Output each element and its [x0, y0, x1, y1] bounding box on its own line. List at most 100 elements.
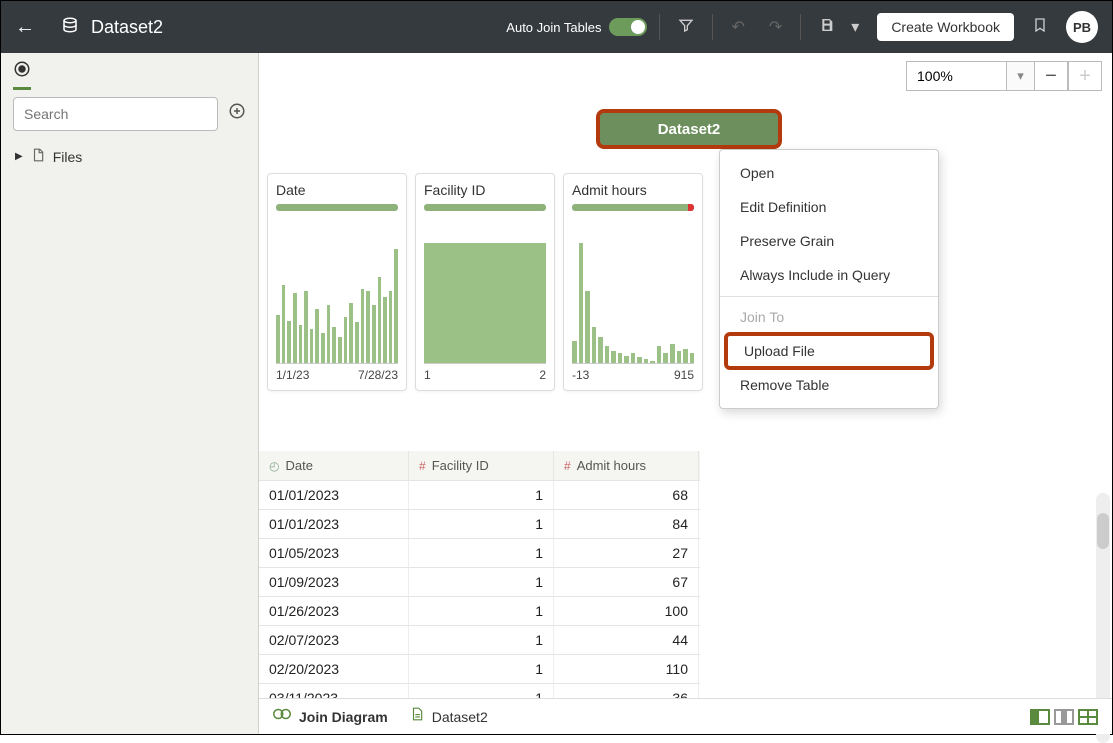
- menu-preserve-grain[interactable]: Preserve Grain: [720, 224, 938, 258]
- card-title: Admit hours: [572, 182, 694, 198]
- caret-right-icon: ▶: [15, 151, 23, 162]
- tab-label: Join Diagram: [299, 709, 388, 725]
- scrollbar-thumb[interactable]: [1097, 513, 1109, 549]
- cell-admit: 100: [554, 597, 699, 625]
- table-row[interactable]: 01/01/2023184: [259, 510, 700, 539]
- axis-right: 2: [539, 368, 546, 382]
- cell-admit: 67: [554, 568, 699, 596]
- cell-facility: 1: [409, 597, 554, 625]
- cell-facility: 1: [409, 539, 554, 567]
- profile-card-facility[interactable]: Facility ID 1 2: [415, 173, 555, 391]
- context-menu: Open Edit Definition Preserve Grain Alwa…: [719, 149, 939, 409]
- cell-facility: 1: [409, 481, 554, 509]
- zoom-controls: 100% ▾ − +: [906, 61, 1102, 91]
- zoom-dropdown-caret-icon[interactable]: ▾: [1006, 61, 1034, 91]
- undo-icon[interactable]: ↶: [725, 13, 750, 41]
- cell-admit: 27: [554, 539, 699, 567]
- auto-join-toggle-group: Auto Join Tables: [506, 18, 647, 36]
- number-icon: #: [419, 459, 426, 473]
- join-diagram-icon: [273, 707, 291, 726]
- clock-icon: ◴: [269, 459, 279, 473]
- table-row[interactable]: 01/09/2023167: [259, 568, 700, 597]
- table-row[interactable]: 02/20/20231110: [259, 655, 700, 684]
- sidebar-mode-strip: [1, 53, 258, 91]
- layout-left-icon[interactable]: [1030, 709, 1050, 725]
- data-panel-icon[interactable]: [13, 60, 31, 90]
- layout-grid-icon[interactable]: [1078, 709, 1098, 725]
- zoom-level[interactable]: 100%: [906, 61, 1006, 91]
- separator: [800, 14, 801, 40]
- tree-item-files[interactable]: ▶ Files: [15, 147, 244, 166]
- menu-always-include[interactable]: Always Include in Query: [720, 258, 938, 292]
- main-canvas: 100% ▾ − + Dataset2 Open Edit Definition…: [259, 53, 1112, 734]
- tab-join-diagram[interactable]: Join Diagram: [273, 707, 388, 726]
- tab-dataset2[interactable]: Dataset2: [410, 706, 488, 727]
- table-row[interactable]: 01/05/2023127: [259, 539, 700, 568]
- data-preview-table: ◴Date #Facility ID #Admit hours 01/01/20…: [259, 451, 700, 713]
- col-header-admit[interactable]: #Admit hours: [554, 451, 699, 480]
- save-icon[interactable]: [813, 13, 841, 42]
- table-header-row: ◴Date #Facility ID #Admit hours: [259, 451, 700, 481]
- cell-date: 02/20/2023: [259, 655, 409, 683]
- save-menu-caret-icon[interactable]: ▾: [845, 13, 865, 41]
- profile-card-date[interactable]: Date 1/1/23 7/28/23: [267, 173, 407, 391]
- axis-left: -13: [572, 368, 589, 382]
- col-header-facility[interactable]: #Facility ID: [409, 451, 554, 480]
- card-title: Date: [276, 182, 398, 198]
- bottom-tab-strip: Join Diagram Dataset2: [259, 698, 1112, 734]
- zoom-out-button[interactable]: −: [1034, 61, 1068, 91]
- dataset-node[interactable]: Dataset2: [596, 109, 782, 149]
- table-row[interactable]: 01/26/20231100: [259, 597, 700, 626]
- dataset-icon: [61, 16, 79, 39]
- redo-icon[interactable]: ↷: [763, 13, 788, 41]
- cell-admit: 84: [554, 510, 699, 538]
- add-icon[interactable]: [228, 102, 246, 126]
- cell-facility: 1: [409, 568, 554, 596]
- table-icon: [410, 706, 424, 727]
- sidebar: ▶ Files: [1, 53, 259, 734]
- layout-switcher: [1030, 709, 1098, 725]
- sidebar-tree: ▶ Files: [1, 137, 258, 176]
- menu-remove-table[interactable]: Remove Table: [720, 368, 938, 402]
- app-topbar: ← Dataset2 Auto Join Tables ↶ ↷ ▾ Create…: [1, 1, 1112, 53]
- auto-join-toggle[interactable]: [609, 18, 647, 36]
- axis-left: 1: [424, 368, 431, 382]
- cell-date: 02/07/2023: [259, 626, 409, 654]
- layout-center-icon[interactable]: [1054, 709, 1074, 725]
- menu-open[interactable]: Open: [720, 156, 938, 190]
- cell-date: 01/01/2023: [259, 481, 409, 509]
- card-title: Facility ID: [424, 182, 546, 198]
- filter-icon[interactable]: [672, 13, 700, 42]
- sidebar-search-input[interactable]: [13, 97, 218, 131]
- axis-right: 915: [674, 368, 694, 382]
- menu-edit-definition[interactable]: Edit Definition: [720, 190, 938, 224]
- cell-facility: 1: [409, 626, 554, 654]
- quality-bar: [276, 204, 398, 211]
- cell-admit: 68: [554, 481, 699, 509]
- cell-admit: 44: [554, 626, 699, 654]
- user-avatar[interactable]: PB: [1066, 11, 1098, 43]
- cell-date: 01/05/2023: [259, 539, 409, 567]
- table-row[interactable]: 02/07/2023144: [259, 626, 700, 655]
- admit-histogram: [572, 243, 694, 363]
- cell-date: 01/09/2023: [259, 568, 409, 596]
- table-row[interactable]: 01/01/2023168: [259, 481, 700, 510]
- column-profile-cards: Date 1/1/23 7/28/23 Facility ID 1 2 Admi…: [259, 173, 711, 391]
- dataset-title: Dataset2: [91, 17, 163, 38]
- cell-facility: 1: [409, 655, 554, 683]
- menu-join-to: Join To: [720, 296, 938, 334]
- bookmark-icon[interactable]: [1026, 12, 1054, 43]
- profile-card-admit[interactable]: Admit hours -13 915: [563, 173, 703, 391]
- separator: [659, 14, 660, 40]
- date-histogram: [276, 243, 398, 363]
- zoom-in-button[interactable]: +: [1068, 61, 1102, 91]
- file-icon: [31, 147, 45, 166]
- axis-left: 1/1/23: [276, 368, 309, 382]
- back-icon[interactable]: ←: [15, 16, 35, 39]
- separator: [712, 14, 713, 40]
- tab-label: Dataset2: [432, 709, 488, 725]
- menu-upload-file[interactable]: Upload File: [724, 332, 934, 370]
- quality-bar: [424, 204, 546, 211]
- col-header-date[interactable]: ◴Date: [259, 451, 409, 480]
- create-workbook-button[interactable]: Create Workbook: [877, 13, 1014, 41]
